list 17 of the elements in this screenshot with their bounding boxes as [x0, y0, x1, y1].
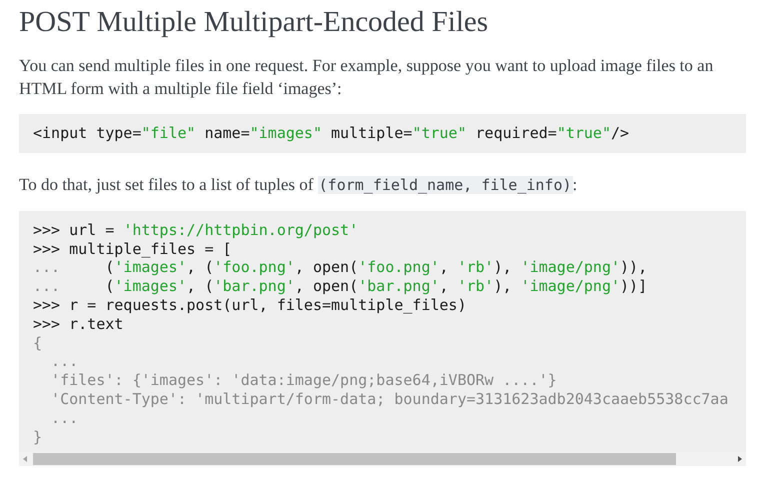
code-line: ... ('images', ('foo.png', open('foo.png', 'rb'), 'image/png')), [33, 258, 648, 278]
code-line: 'files': {'images': 'data:image/png;base64,iVBORw ....'} [50, 371, 557, 390]
code-line: >>> r.text [33, 314, 124, 334]
code-line: { [33, 334, 42, 352]
code-line: ... [50, 408, 78, 428]
code-line: >>> multiple_files = [ [33, 240, 232, 258]
explanation-paragraph: To do that, just set files to a list of tuples of (form_field_name, file_info): [19, 174, 578, 196]
code-line: 'Content-Type': 'multipart/form-data; boundary=3131623adb2043caaeb5538cc7aa [50, 390, 728, 409]
code-line: >>> r = requests.post(url, files=multiple_files) [33, 296, 466, 315]
code-line: ... ('images', ('bar.png', open('bar.png', 'rb'), 'image/png'))] [33, 277, 648, 296]
code-line: >>> url = 'https://httpbin.org/post' [33, 220, 358, 240]
intro-paragraph: You can send multiple files in one request. For example, suppose you want to upload image files to an HTML form with a multiple file field ‘images’: [19, 55, 714, 100]
code-line: <input type="file" name="images" multiple="true" required="true"/> [33, 124, 630, 143]
code-line: } [33, 428, 42, 446]
scrollbar-thumb[interactable] [33, 453, 676, 466]
section-heading: POST Multiple Multipart-Encoded Files [19, 5, 490, 40]
code-line: ... [50, 352, 78, 372]
